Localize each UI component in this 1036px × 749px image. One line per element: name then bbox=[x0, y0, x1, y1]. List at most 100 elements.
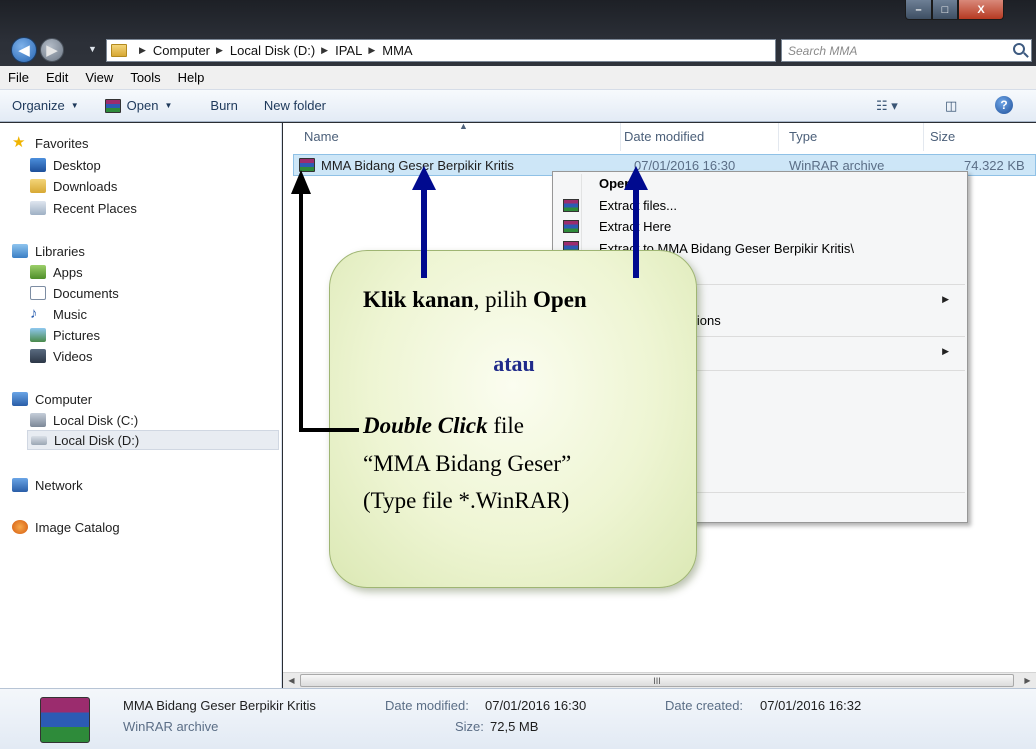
nav-documents[interactable]: Documents bbox=[30, 283, 119, 303]
apps-icon bbox=[30, 265, 46, 279]
star-icon: ★ bbox=[12, 134, 26, 151]
nav-local-disk-d[interactable]: Local Disk (D:) bbox=[27, 430, 279, 450]
pictures-icon bbox=[30, 328, 46, 342]
scroll-thumb[interactable]: III bbox=[300, 674, 1014, 687]
menu-edit[interactable]: Edit bbox=[46, 70, 68, 85]
arrow-left-icon: ◀ bbox=[18, 42, 30, 59]
submenu-arrow-icon: ▶ bbox=[942, 294, 949, 304]
nav-favorites[interactable]: ★ Favorites bbox=[12, 133, 88, 153]
menu-tools[interactable]: Tools bbox=[130, 70, 160, 85]
image-catalog-icon bbox=[12, 520, 28, 534]
menu-help[interactable]: Help bbox=[178, 70, 205, 85]
libraries-icon bbox=[12, 244, 28, 258]
annotation-arrow-shaft bbox=[299, 190, 303, 430]
search-placeholder: Search MMA bbox=[788, 43, 858, 58]
scroll-left-icon[interactable]: ◀ bbox=[283, 673, 300, 688]
details-modified-label: Date modified: bbox=[385, 698, 469, 713]
annotation-arrow-shaft bbox=[633, 186, 639, 278]
organize-button[interactable]: Organize ▼ bbox=[12, 98, 79, 113]
videos-icon bbox=[30, 349, 46, 363]
explorer-window: – □ X ◀ ▶ ▼ ▶ Computer ▶ Local Disk (D:)… bbox=[0, 0, 1036, 749]
computer-icon bbox=[12, 392, 28, 406]
nav-libraries[interactable]: Libraries bbox=[12, 241, 85, 261]
scroll-right-icon[interactable]: ▶ bbox=[1019, 673, 1036, 688]
winrar-icon bbox=[563, 220, 579, 233]
arrow-right-icon: ▶ bbox=[46, 42, 58, 59]
nav-music[interactable]: ♪ Music bbox=[30, 304, 87, 324]
folder-icon bbox=[111, 44, 127, 57]
arrow-up-icon bbox=[291, 170, 311, 194]
winrar-icon bbox=[104, 98, 121, 113]
help-icon[interactable]: ? bbox=[995, 96, 1013, 114]
submenu-arrow-icon: ▶ bbox=[942, 346, 949, 356]
arrow-up-icon bbox=[412, 166, 436, 190]
menu-file[interactable]: File bbox=[8, 70, 29, 85]
callout-line-filename: “MMA Bidang Geser” bbox=[363, 451, 572, 476]
column-header-name[interactable]: Name bbox=[304, 129, 339, 144]
nav-pictures[interactable]: Pictures bbox=[30, 325, 100, 345]
winrar-large-icon bbox=[40, 697, 90, 743]
back-button[interactable]: ◀ bbox=[11, 37, 37, 63]
nav-network[interactable]: Network bbox=[12, 475, 83, 495]
nav-downloads[interactable]: Downloads bbox=[30, 176, 117, 196]
instruction-callout: Klik kanan, pilih Open atau Double Click… bbox=[329, 250, 697, 588]
close-button[interactable]: X bbox=[958, 0, 1004, 20]
details-created-value: 07/01/2016 16:32 bbox=[760, 698, 862, 713]
sort-arrow-icon: ▲ bbox=[459, 121, 468, 131]
nav-videos[interactable]: Videos bbox=[30, 346, 93, 366]
address-bar[interactable]: ▶ Computer ▶ Local Disk (D:) ▶ IPAL ▶ MM… bbox=[106, 39, 865, 62]
column-divider[interactable] bbox=[923, 123, 924, 151]
column-divider[interactable] bbox=[620, 123, 621, 151]
network-icon bbox=[12, 478, 28, 492]
search-input[interactable]: Search MMA bbox=[781, 39, 1032, 62]
column-header-size[interactable]: Size bbox=[930, 129, 955, 144]
column-divider[interactable] bbox=[778, 123, 779, 151]
nav-local-disk-c[interactable]: Local Disk (C:) bbox=[30, 410, 138, 430]
burn-button[interactable]: Burn bbox=[210, 98, 237, 113]
breadcrumb-ipal[interactable]: IPAL bbox=[335, 43, 362, 58]
drive-c-icon bbox=[30, 413, 46, 427]
chevron-down-icon: ▼ bbox=[70, 101, 79, 110]
chevron-right-icon: ▶ bbox=[139, 45, 146, 55]
breadcrumb-local-disk-d[interactable]: Local Disk (D:) bbox=[230, 43, 315, 58]
file-size: 74.322 KB bbox=[964, 158, 1025, 173]
desktop-icon bbox=[30, 158, 46, 172]
nav-image-catalog[interactable]: Image Catalog bbox=[12, 517, 120, 537]
navigation-pane: ★ Favorites Desktop Downloads Recent Pla… bbox=[0, 123, 282, 688]
nav-recent-places[interactable]: Recent Places bbox=[30, 198, 137, 218]
forward-button[interactable]: ▶ bbox=[40, 38, 64, 62]
maximize-button[interactable]: □ bbox=[932, 0, 958, 20]
recent-places-icon bbox=[30, 201, 46, 215]
drive-d-icon bbox=[31, 435, 47, 445]
details-modified-value: 07/01/2016 16:30 bbox=[485, 698, 587, 713]
column-header-date[interactable]: Date modified bbox=[624, 129, 704, 144]
breadcrumb-mma[interactable]: MMA bbox=[382, 43, 412, 58]
column-header-type[interactable]: Type bbox=[789, 129, 817, 144]
chevron-right-icon: ▶ bbox=[321, 45, 329, 55]
view-options-icon[interactable]: ☷ ▾ bbox=[876, 98, 898, 114]
open-button[interactable]: Open ▼ bbox=[104, 98, 173, 113]
menu-view[interactable]: View bbox=[85, 70, 113, 85]
nav-desktop[interactable]: Desktop bbox=[30, 155, 101, 175]
callout-atau: atau bbox=[493, 351, 535, 376]
breadcrumb-computer[interactable]: Computer bbox=[153, 43, 210, 58]
callout-line-klik-kanan: Klik kanan, pilih Open bbox=[363, 287, 587, 312]
horizontal-scrollbar[interactable]: ◀ III ▶ bbox=[283, 672, 1036, 688]
minimize-button[interactable]: – bbox=[905, 0, 932, 20]
title-bar: – □ X ◀ ▶ ▼ ▶ Computer ▶ Local Disk (D:)… bbox=[0, 0, 1036, 66]
chevron-down-icon: ▼ bbox=[164, 101, 173, 110]
nav-apps[interactable]: Apps bbox=[30, 262, 83, 282]
winrar-icon bbox=[563, 199, 579, 212]
music-icon: ♪ bbox=[30, 305, 38, 322]
preview-pane-icon[interactable]: ◫ bbox=[945, 98, 957, 114]
nav-computer[interactable]: Computer bbox=[12, 389, 92, 409]
menu-bar: File Edit View Tools Help bbox=[0, 66, 1036, 90]
new-folder-button[interactable]: New folder bbox=[264, 98, 326, 113]
chevron-right-icon: ▶ bbox=[216, 45, 223, 55]
arrow-up-icon bbox=[624, 166, 648, 190]
annotation-arrow-shaft bbox=[421, 186, 427, 278]
command-bar: Organize ▼ Open ▼ Burn New folder ☷ ▾ ◫ bbox=[0, 90, 1036, 122]
recent-pages-dropdown[interactable]: ▼ bbox=[88, 44, 97, 54]
details-pane: MMA Bidang Geser Berpikir Kritis Date mo… bbox=[0, 688, 1036, 749]
search-icon[interactable] bbox=[1013, 43, 1025, 55]
